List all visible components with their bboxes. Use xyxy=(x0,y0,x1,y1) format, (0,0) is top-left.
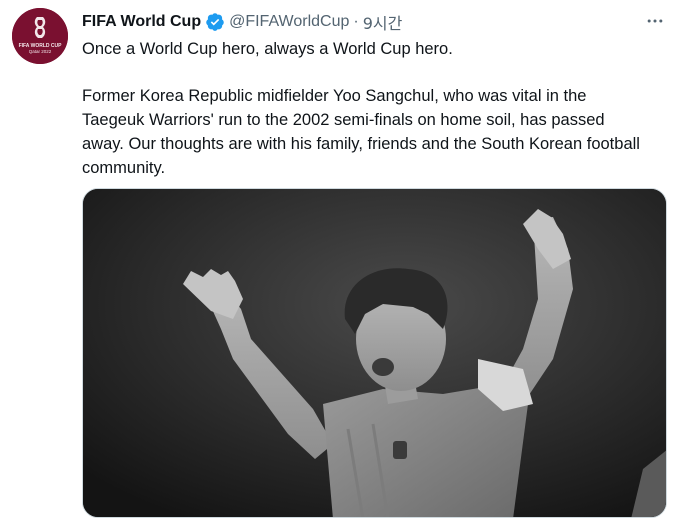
avatar[interactable]: FIFA WORLD CUP Qatar 2022 xyxy=(12,8,68,64)
tweet-card[interactable]: FIFA WORLD CUP Qatar 2022 FIFA World Cup… xyxy=(0,0,680,529)
tweet-header: FIFA World Cup @FIFAWorldCup · 9시간 xyxy=(82,11,402,33)
tweet-photo[interactable] xyxy=(82,188,667,518)
account-name[interactable]: FIFA World Cup xyxy=(82,13,201,31)
account-handle[interactable]: @FIFAWorldCup xyxy=(229,13,349,31)
separator-dot: · xyxy=(353,13,359,30)
tweet-line-1: Once a World Cup hero, always a World Cu… xyxy=(82,40,453,58)
svg-text:Qatar 2022: Qatar 2022 xyxy=(29,49,52,54)
verified-badge-icon xyxy=(205,12,225,32)
celebrating-player-photo-icon xyxy=(83,189,666,517)
tweet-text: Once a World Cup hero, always a World Cu… xyxy=(82,37,642,180)
more-options-icon[interactable] xyxy=(644,10,666,32)
fifa-logo-icon: FIFA WORLD CUP Qatar 2022 xyxy=(12,8,68,64)
tweet-line-2: Former Korea Republic midfielder Yoo San… xyxy=(82,87,640,177)
timestamp[interactable]: 9시간 xyxy=(363,10,403,34)
